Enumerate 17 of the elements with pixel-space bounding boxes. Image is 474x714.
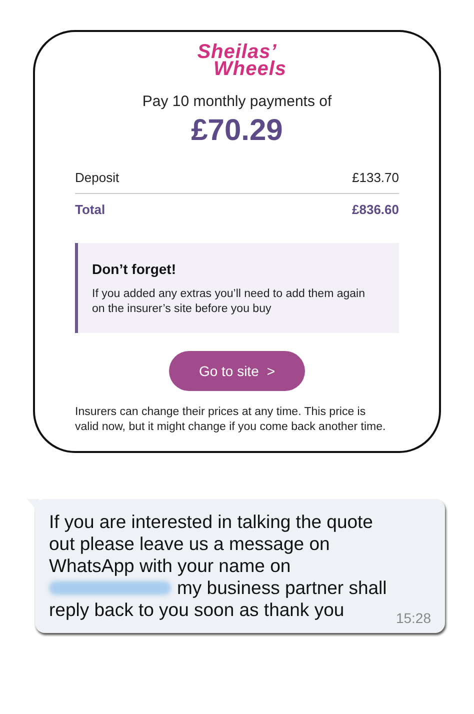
logo: Sheilas’ Wheels: [196, 44, 287, 78]
message-line: out please leave us a message on: [49, 533, 330, 555]
row-label: Total: [75, 202, 106, 217]
row-value: £133.70: [352, 170, 399, 185]
message-time: 15:28: [396, 609, 431, 628]
message-line: reply back to you soon as thank you: [49, 599, 344, 621]
disclaimer: Insurers can change their prices at any time. This price is valid now, but it might change if you come back another time.: [75, 405, 387, 435]
go-to-site-button[interactable]: Go to site >: [168, 351, 306, 391]
message-line: WhatsApp with your name on: [49, 555, 291, 577]
notice-title: Don’t forget!: [92, 261, 177, 277]
row-value: £836.60: [352, 202, 399, 217]
row-label: Deposit: [75, 170, 120, 185]
message-line: If you are interested in talking the quote: [49, 511, 373, 533]
message-line: my business partner shall: [177, 577, 387, 599]
headline: Pay 10 monthly payments of: [142, 93, 332, 110]
notice-text: If you added any extras you’ll need to add them again on the insurer’s site before you buy: [92, 287, 366, 317]
monthly-price: £70.29: [191, 114, 283, 148]
